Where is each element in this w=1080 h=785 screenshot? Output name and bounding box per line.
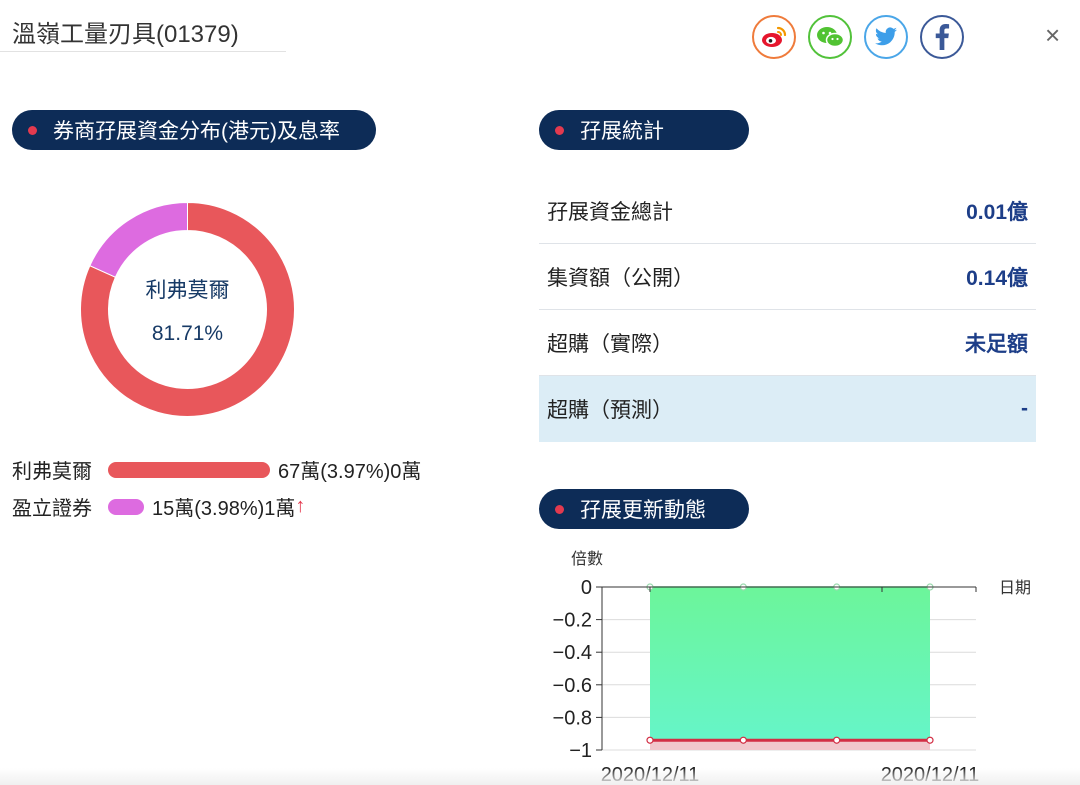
chart-ylabel: 倍數 bbox=[571, 550, 603, 568]
chart-ytick-label: −0.2 bbox=[553, 610, 592, 632]
title-divider bbox=[0, 51, 286, 52]
broker-donut-chart bbox=[80, 202, 295, 417]
stat-label: 孖展資金總計 bbox=[547, 200, 673, 224]
chart-point bbox=[739, 736, 747, 744]
facebook-icon bbox=[935, 24, 950, 50]
margin-stats-title: 孖展統計 bbox=[580, 120, 664, 143]
broker-dist-title: 券商孖展資金分布(港元)及息率 bbox=[53, 120, 340, 143]
bullet-dot-icon bbox=[28, 125, 37, 135]
weibo-icon bbox=[762, 26, 787, 47]
stat-value: - bbox=[1021, 397, 1028, 420]
broker-name: 盈立證券 bbox=[12, 498, 92, 520]
twitter-icon bbox=[875, 27, 897, 46]
page-title: 溫嶺工量刃具(01379) bbox=[12, 21, 239, 48]
margin-stats-header: 孖展統計 bbox=[539, 110, 749, 150]
chart-ytick-label: −0.6 bbox=[553, 675, 592, 697]
broker-detail: 15萬(3.98%)1萬 bbox=[152, 498, 296, 520]
margin-updates-title: 孖展更新動態 bbox=[580, 499, 706, 522]
stat-value: 0.14億 bbox=[966, 266, 1028, 290]
share-bar bbox=[752, 15, 964, 59]
up-arrow-icon: ↑ bbox=[295, 495, 306, 517]
stat-row: 孖展資金總計 0.01億 bbox=[539, 178, 1036, 244]
close-icon[interactable]: × bbox=[1045, 22, 1060, 48]
chart-area-series-0 bbox=[650, 587, 930, 741]
broker-name: 利弗莫爾 bbox=[12, 461, 92, 483]
facebook-share-button[interactable] bbox=[920, 15, 964, 59]
margin-stats-table: 孖展資金總計 0.01億 集資額（公開） 0.14億 超購（實際） 未足額 超購… bbox=[539, 178, 1036, 442]
wechat-icon bbox=[817, 27, 845, 48]
chart-ytick-label: −0.8 bbox=[553, 707, 592, 729]
donut-slice-1 bbox=[89, 202, 188, 278]
stat-label: 集資額（公開） bbox=[547, 266, 694, 290]
bullet-dot-icon bbox=[555, 504, 564, 514]
weibo-share-button[interactable] bbox=[752, 15, 796, 59]
chart-point bbox=[646, 736, 654, 744]
chart-ytick-label: −1 bbox=[569, 740, 592, 762]
bottom-edge bbox=[0, 768, 1080, 785]
chart-ytick-label: −0.4 bbox=[553, 642, 592, 664]
stat-row-highlighted: 超購（預測） - bbox=[539, 376, 1036, 442]
stat-row: 集資額（公開） 0.14億 bbox=[539, 244, 1036, 310]
chart-point bbox=[833, 736, 841, 744]
broker-amount-bar bbox=[108, 498, 144, 515]
stat-value: 0.01億 bbox=[966, 200, 1028, 224]
broker-row-livermore: 利弗莫爾 67萬(3.97%)0萬 bbox=[12, 455, 421, 484]
stat-row: 超購（實際） 未足額 bbox=[539, 310, 1036, 376]
bullet-dot-icon bbox=[555, 125, 564, 135]
chart-xlabel: 日期 bbox=[999, 579, 1031, 597]
margin-updates-header: 孖展更新動態 bbox=[539, 489, 749, 529]
broker-detail: 67萬(3.97%)0萬 bbox=[278, 461, 422, 483]
stat-label: 超購（預測） bbox=[547, 399, 673, 422]
stat-label: 超購（實際） bbox=[547, 332, 673, 356]
wechat-share-button[interactable] bbox=[808, 15, 852, 59]
broker-row-usmart: 盈立證券 15萬(3.98%)1萬 ↑ bbox=[12, 492, 305, 521]
margin-trend-chart: 倍數 日期 0−0.2−0.4−0.6−0.8−12020/12/112020/… bbox=[553, 550, 1031, 785]
chart-ytick-label: 0 bbox=[581, 577, 592, 599]
broker-amount-bar bbox=[108, 461, 270, 478]
chart-point bbox=[926, 736, 934, 744]
twitter-share-button[interactable] bbox=[864, 15, 908, 59]
broker-dist-header: 券商孖展資金分布(港元)及息率 bbox=[12, 110, 376, 150]
stat-value: 未足額 bbox=[965, 332, 1028, 356]
